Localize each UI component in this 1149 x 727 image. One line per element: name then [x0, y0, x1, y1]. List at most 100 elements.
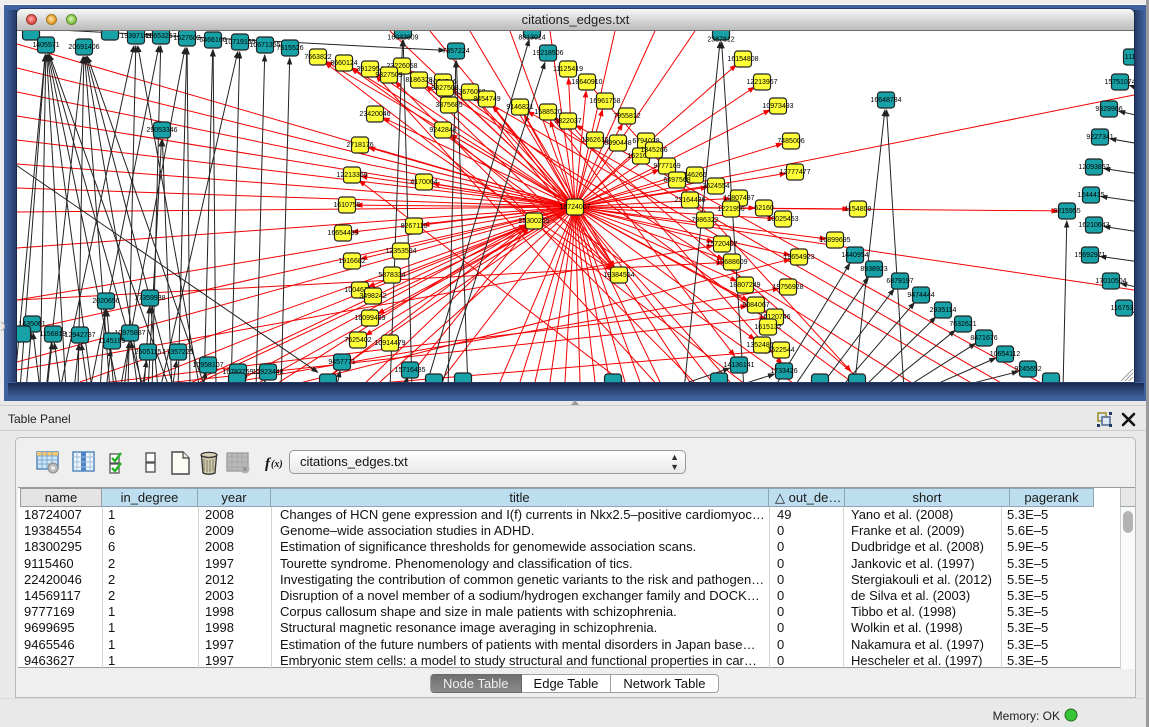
svg-text:15720407: 15720407 [706, 241, 737, 248]
svg-text:8660124: 8660124 [330, 60, 357, 67]
svg-text:12353594: 12353594 [385, 248, 416, 255]
svg-text:(x): (x) [271, 459, 283, 470]
svg-text:23164436: 23164436 [674, 197, 705, 204]
svg-text:18640910: 18640910 [571, 79, 602, 86]
svg-text:10958107: 10958107 [192, 362, 223, 369]
svg-text:62160: 62160 [754, 205, 774, 212]
svg-text:19654923: 19654923 [783, 254, 814, 261]
svg-text:11125419: 11125419 [553, 66, 583, 73]
svg-text:1527602: 1527602 [173, 35, 200, 42]
svg-text:8813014: 8813014 [518, 35, 545, 42]
svg-text:17359938: 17359938 [134, 295, 165, 302]
svg-text:10899695: 10899695 [819, 237, 850, 244]
svg-text:7485006: 7485006 [777, 138, 804, 145]
svg-text:1117: 1117 [1125, 54, 1134, 61]
svg-text:7515526: 7515526 [276, 45, 303, 52]
svg-text:8267110: 8267110 [401, 223, 428, 230]
svg-text:1615132: 1615132 [754, 324, 781, 331]
svg-text:16961758: 16961758 [589, 98, 620, 105]
svg-text:3215955: 3215955 [1053, 208, 1080, 215]
svg-text:1405571: 1405571 [32, 42, 59, 49]
svg-text:8454749: 8454749 [473, 96, 500, 103]
svg-text:12777477: 12777477 [779, 169, 810, 176]
svg-text:10688609: 10688609 [716, 259, 747, 266]
svg-text:7632621: 7632621 [949, 321, 976, 328]
svg-text:9146821: 9146821 [506, 104, 533, 111]
svg-text:3875685: 3875685 [435, 102, 462, 109]
svg-text:9474444: 9474444 [907, 292, 934, 299]
svg-text:9327509: 9327509 [375, 72, 402, 79]
svg-text:3624554: 3624554 [702, 183, 729, 190]
svg-text:12213369: 12213369 [336, 172, 367, 179]
svg-text:2718176: 2718176 [346, 142, 373, 149]
svg-text:12923448: 12923448 [252, 369, 283, 376]
svg-text:5878334: 5878334 [378, 272, 405, 279]
svg-text:1221956: 1221956 [717, 206, 744, 213]
svg-text:19756928: 19756928 [772, 284, 803, 291]
svg-text:16154808: 16154808 [727, 56, 758, 63]
svg-text:1156819: 1156819 [40, 331, 67, 338]
svg-text:7986322: 7986322 [691, 217, 718, 224]
svg-text:19384554: 19384554 [603, 272, 634, 279]
svg-text:10654112: 10654112 [990, 351, 1021, 358]
svg-text:19218506: 19218506 [532, 50, 563, 57]
svg-text:7663822: 7663822 [304, 54, 331, 61]
svg-text:6466160: 6466160 [199, 37, 226, 44]
svg-text:9777169: 9777169 [653, 163, 680, 170]
svg-text:12093852: 12093852 [1078, 164, 1109, 171]
svg-text:12213967: 12213967 [746, 79, 777, 86]
svg-text:16099489: 16099489 [354, 315, 385, 322]
svg-text:7625402: 7625402 [344, 337, 371, 344]
svg-text:9329966: 9329966 [1095, 106, 1122, 113]
svg-text:8990448: 8990448 [604, 140, 631, 147]
svg-text:15716485: 15716485 [394, 367, 425, 374]
svg-text:23420046: 23420046 [359, 111, 390, 118]
svg-text:9227341: 9227341 [1086, 134, 1113, 141]
svg-text:9242848: 9242848 [429, 127, 456, 134]
svg-text:1733426: 1733426 [770, 368, 797, 375]
svg-text:1154809: 1154809 [845, 206, 872, 213]
svg-text:8938923: 8938923 [860, 266, 887, 273]
svg-text:1145195: 1145195 [99, 338, 126, 345]
svg-text:16654439: 16654439 [327, 230, 358, 237]
svg-text:14136141: 14136141 [723, 362, 754, 369]
svg-text:17010504: 17010504 [1095, 278, 1126, 285]
svg-text:2020656: 2020656 [92, 298, 119, 305]
svg-text:16648784: 16648784 [870, 97, 901, 104]
svg-text:16033809: 16033809 [387, 35, 418, 42]
svg-text:10025453: 10025453 [767, 216, 798, 223]
svg-text:9457771: 9457771 [328, 359, 355, 366]
svg-text:17357225: 17357225 [162, 349, 193, 356]
svg-text:9084067: 9084067 [742, 302, 769, 309]
svg-text:10973493: 10973493 [762, 103, 793, 110]
svg-text:5322037: 5322037 [554, 118, 581, 125]
svg-text:2505115: 2505115 [135, 349, 162, 356]
svg-text:1345266: 1345266 [640, 147, 667, 154]
svg-text:1610755: 1610755 [333, 202, 360, 209]
svg-text:6879197: 6879197 [886, 278, 913, 285]
svg-text:9245652: 9245652 [1014, 366, 1041, 373]
svg-text:4170064: 4170064 [410, 179, 437, 186]
svg-text:18807249: 18807249 [729, 282, 760, 289]
svg-text:1440954: 1440954 [841, 252, 868, 259]
svg-text:3498242: 3498242 [359, 293, 386, 300]
svg-text:1167533: 1167533 [1111, 305, 1134, 312]
svg-text:16210643: 16210643 [1078, 222, 1109, 229]
svg-text:25300265: 25300265 [518, 218, 549, 225]
svg-text:15751074: 15751074 [1104, 79, 1134, 86]
svg-text:8186328: 8186328 [405, 77, 432, 84]
svg-text:6497568: 6497568 [663, 177, 690, 184]
svg-text:1522544: 1522544 [767, 347, 794, 354]
svg-text:1244415: 1244415 [1077, 192, 1104, 199]
svg-text:29053346: 29053346 [146, 127, 177, 134]
svg-text:15692971: 15692971 [1074, 252, 1105, 259]
svg-text:1588520: 1588520 [534, 109, 561, 116]
svg-text:18724007: 18724007 [559, 204, 590, 211]
svg-text:20691406: 20691406 [68, 44, 99, 51]
svg-text:1916682: 1916682 [338, 258, 365, 265]
svg-text:2387812: 2387812 [707, 37, 734, 44]
svg-text:7955812: 7955812 [613, 113, 640, 120]
svg-text:10653267: 10653267 [145, 33, 176, 40]
svg-text:10914479: 10914479 [374, 340, 405, 347]
svg-text:8471676: 8471676 [970, 335, 997, 342]
